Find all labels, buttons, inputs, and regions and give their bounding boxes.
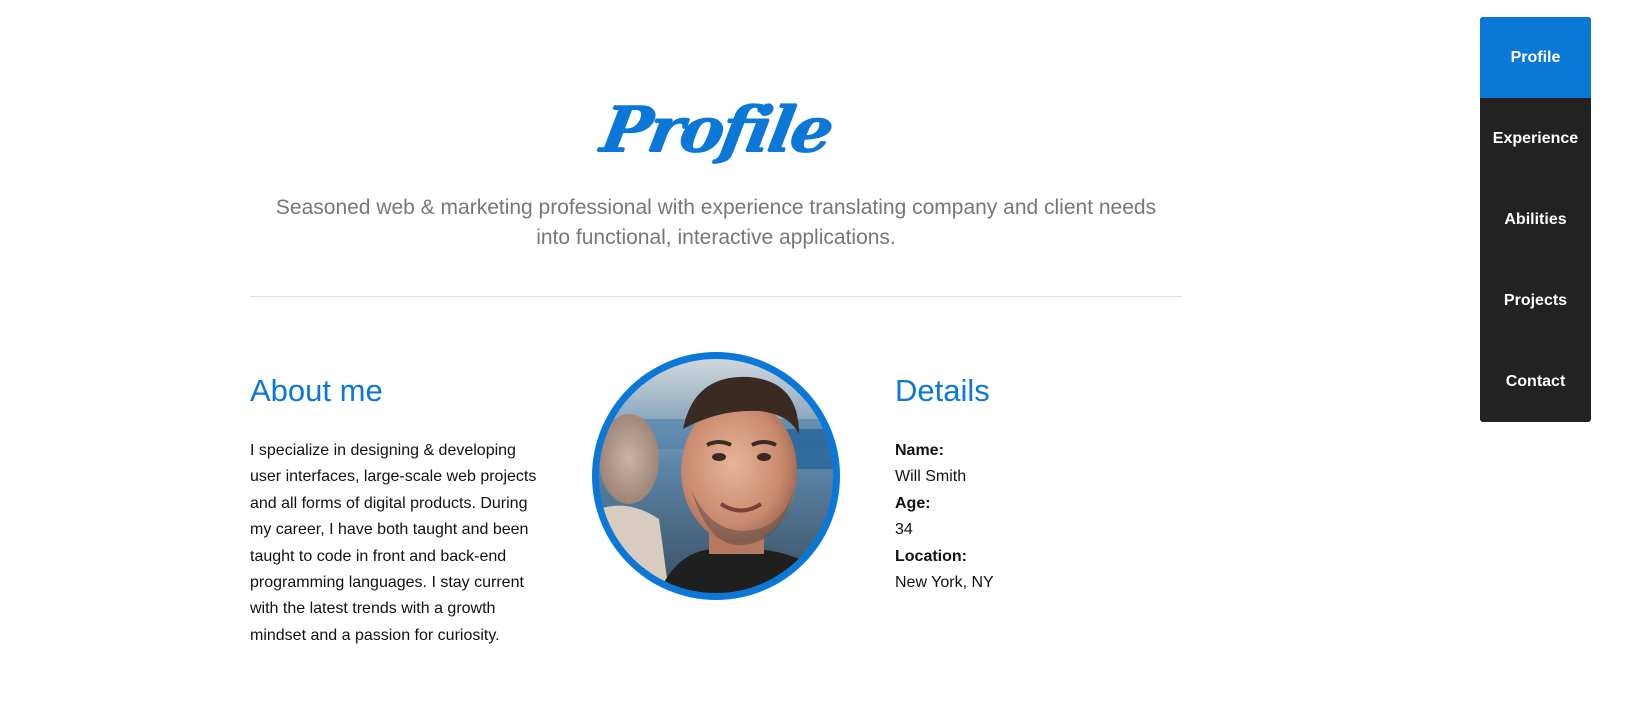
details-title: Details [895,373,990,408]
nav-item-contact[interactable]: Contact [1480,341,1591,422]
about-title: About me [250,373,383,408]
age-label: Age: [895,494,931,512]
side-nav: Profile Experience Abilities Projects Co… [1480,17,1591,422]
location-value: New York, NY [895,574,994,592]
section-title-text: Profile [595,91,837,167]
avatar-photo [599,359,833,593]
age-value: 34 [895,521,913,539]
location-label: Location: [895,547,967,565]
nav-item-profile[interactable]: Profile [1480,17,1591,98]
avatar-photo-image [599,359,833,593]
section-title: Profile [250,84,1182,174]
name-label: Name: [895,442,944,459]
nav-item-experience[interactable]: Experience [1480,98,1591,179]
details-list: Name: Will Smith Age: 34 Location: New Y… [895,438,1175,596]
divider [250,296,1182,297]
lead-text: Seasoned web & marketing professional wi… [275,196,1157,249]
nav-item-abilities[interactable]: Abilities [1480,179,1591,260]
name-value: Will Smith [895,468,967,486]
nav-item-projects[interactable]: Projects [1480,260,1591,341]
avatar [592,352,840,600]
page: Profile Seasoned web & marketing profess… [0,0,1630,716]
about-text: I specialize in designing & developing u… [250,442,537,644]
